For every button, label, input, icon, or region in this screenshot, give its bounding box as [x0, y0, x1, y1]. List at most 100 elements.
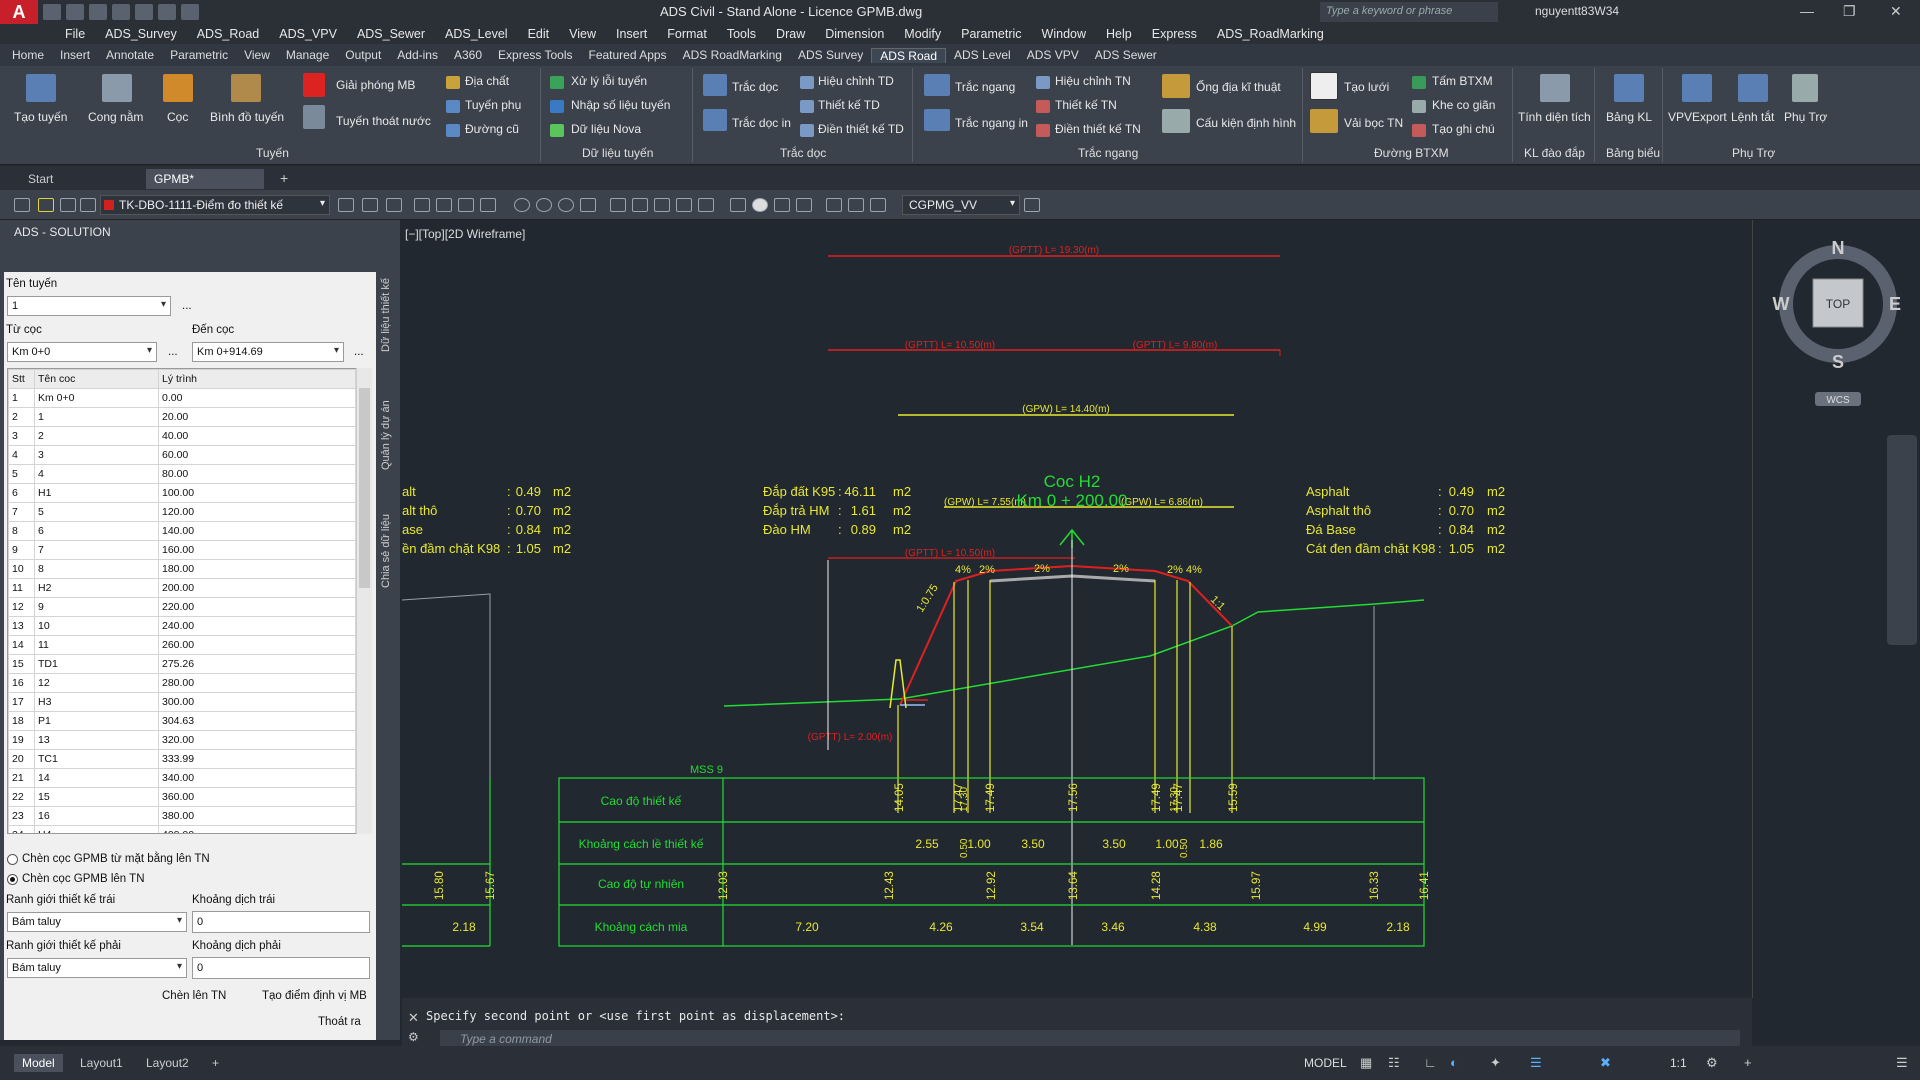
- cong-nam-button[interactable]: Cong nằm: [88, 110, 143, 124]
- cell-stt[interactable]: 2: [8, 407, 35, 427]
- ten-tuyen-select[interactable]: 1 ▾: [7, 296, 171, 316]
- trac-doc-in-button[interactable]: Trắc dọc in: [732, 116, 791, 130]
- dim-text-edit-icon[interactable]: [848, 198, 864, 212]
- dim-jogged-icon[interactable]: [536, 198, 552, 212]
- ribbon-tab[interactable]: Output: [337, 48, 389, 62]
- cell-stt[interactable]: 10: [8, 559, 35, 579]
- dim-ordinate-icon[interactable]: [480, 198, 496, 212]
- layer-lock-icon[interactable]: [80, 198, 96, 212]
- tao-diem-dinh-vi-button[interactable]: Tạo điểm định vị MB: [262, 990, 367, 1002]
- ribbon-tab[interactable]: View: [236, 48, 278, 62]
- cell-stt[interactable]: 23: [8, 806, 35, 826]
- minimize-icon[interactable]: —: [1800, 3, 1814, 19]
- menu-item[interactable]: ADS_RoadMarking: [1207, 27, 1334, 41]
- tinh-dien-tich-button[interactable]: Tính diện tích: [1518, 110, 1591, 124]
- new-tab-icon[interactable]: +: [280, 170, 288, 186]
- close-command-icon[interactable]: ✕: [408, 1010, 419, 1026]
- table-row[interactable]: 8 6 140.00: [8, 521, 356, 541]
- table-row[interactable]: 2 1 20.00: [8, 407, 356, 427]
- customize-icon[interactable]: ☰: [1896, 1055, 1908, 1071]
- cell-stt[interactable]: 3: [8, 426, 35, 446]
- undo-icon[interactable]: [158, 4, 176, 20]
- cell-stt[interactable]: 20: [8, 749, 35, 769]
- binh-do-tuyen-button[interactable]: Bình đồ tuyến: [210, 110, 284, 124]
- tab-quan-ly-du-an[interactable]: Quản lý dự án: [380, 390, 392, 470]
- ribbon-tab[interactable]: ADS Sewer: [1087, 48, 1165, 62]
- table-row[interactable]: 18 P1 304.63: [8, 711, 356, 731]
- hieu-chinh-td-button[interactable]: Hiệu chỉnh TD: [818, 74, 894, 88]
- column-header-ly-trinh[interactable]: Lý trình: [158, 369, 356, 389]
- save-icon[interactable]: [89, 4, 107, 20]
- menu-item[interactable]: Modify: [894, 27, 951, 41]
- cell-ly-trinh[interactable]: 200.00: [158, 578, 356, 598]
- ribbon-tab[interactable]: ADS Level: [946, 48, 1019, 62]
- cell-ly-trinh[interactable]: 180.00: [158, 559, 356, 579]
- table-row[interactable]: 15 TD1 275.26: [8, 654, 356, 674]
- cell-stt[interactable]: 9: [8, 540, 35, 560]
- cell-ly-trinh[interactable]: 360.00: [158, 787, 356, 807]
- table-row[interactable]: 22 15 360.00: [8, 787, 356, 807]
- table-row[interactable]: 10 8 180.00: [8, 559, 356, 579]
- cell-ly-trinh[interactable]: 260.00: [158, 635, 356, 655]
- menu-item[interactable]: Tools: [717, 27, 766, 41]
- cell-ten-coc[interactable]: 3: [34, 445, 159, 465]
- navigation-bar[interactable]: [1887, 435, 1917, 645]
- cell-stt[interactable]: 13: [8, 616, 35, 636]
- wrench-icon[interactable]: ⚙: [408, 1030, 419, 1044]
- lenh-tat-button[interactable]: Lệnh tắt: [1731, 110, 1774, 124]
- cell-ten-coc[interactable]: TD1: [34, 654, 159, 674]
- cell-stt[interactable]: 24: [8, 825, 35, 833]
- cell-stt[interactable]: 12: [8, 597, 35, 617]
- cell-stt[interactable]: 16: [8, 673, 35, 693]
- saveas-icon[interactable]: [112, 4, 130, 20]
- cell-ly-trinh[interactable]: 100.00: [158, 483, 356, 503]
- dim-continue-icon[interactable]: [654, 198, 670, 212]
- close-icon[interactable]: ✕: [1890, 3, 1902, 20]
- compass-e[interactable]: E: [1889, 294, 1901, 314]
- giai-phong-mb-button[interactable]: Giải phóng MB: [336, 78, 415, 92]
- menu-item[interactable]: ADS_Sewer: [347, 27, 435, 41]
- compass-w[interactable]: W: [1773, 294, 1790, 314]
- dien-thiet-ke-td-button[interactable]: Điền thiết kế TD: [818, 122, 904, 136]
- compass-n[interactable]: N: [1832, 238, 1845, 258]
- tab-gpmb[interactable]: GPMB*: [146, 169, 264, 189]
- cell-stt[interactable]: 5: [8, 464, 35, 484]
- nhap-so-lieu-tuyen-button[interactable]: Nhập số liệu tuyến: [571, 98, 670, 112]
- cell-ly-trinh[interactable]: 60.00: [158, 445, 356, 465]
- quick-dim-icon[interactable]: [610, 198, 626, 212]
- den-coc-pick-button[interactable]: ...: [354, 346, 364, 358]
- dien-thiet-ke-tn-button[interactable]: Điền thiết kế TN: [1055, 122, 1141, 136]
- cell-ly-trinh[interactable]: 300.00: [158, 692, 356, 712]
- ranh-trai-select[interactable]: Bám taluy ▾: [7, 912, 187, 932]
- cell-ten-coc[interactable]: 13: [34, 730, 159, 750]
- radio-chen-len-tn[interactable]: [7, 874, 18, 885]
- add-layout-icon[interactable]: +: [204, 1054, 227, 1072]
- menu-item[interactable]: Draw: [766, 27, 815, 41]
- trac-ngang-button[interactable]: Trắc ngang: [955, 80, 1015, 94]
- annotation-icon[interactable]: ✖: [1600, 1055, 1611, 1071]
- cell-stt[interactable]: 15: [8, 654, 35, 674]
- cell-ly-trinh[interactable]: 40.00: [158, 426, 356, 446]
- cell-ten-coc[interactable]: 4: [34, 464, 159, 484]
- cell-ly-trinh[interactable]: 280.00: [158, 673, 356, 693]
- table-row[interactable]: 3 2 40.00: [8, 426, 356, 446]
- compass-s[interactable]: S: [1832, 352, 1844, 372]
- ribbon-tab[interactable]: A360: [446, 48, 490, 62]
- cell-ten-coc[interactable]: 11: [34, 635, 159, 655]
- ribbon-tab[interactable]: Add-ins: [389, 48, 446, 62]
- table-row[interactable]: 4 3 60.00: [8, 445, 356, 465]
- ortho-icon[interactable]: ∟: [1424, 1055, 1437, 1070]
- tab-du-lieu-thiet-ke[interactable]: Dữ liệu thiết kế: [380, 272, 392, 352]
- cell-stt[interactable]: 21: [8, 768, 35, 788]
- tao-ghi-chu-button[interactable]: Tạo ghi chú: [1432, 122, 1495, 136]
- cell-ly-trinh[interactable]: 220.00: [158, 597, 356, 617]
- table-row[interactable]: 11 H2 200.00: [8, 578, 356, 598]
- model-space-toggle[interactable]: MODEL: [1304, 1056, 1347, 1070]
- cell-ly-trinh[interactable]: 275.26: [158, 654, 356, 674]
- menu-item[interactable]: Edit: [518, 27, 560, 41]
- xu-ly-loi-tuyen-button[interactable]: Xử lý lỗi tuyến: [571, 74, 647, 88]
- ribbon-tab[interactable]: Manage: [278, 48, 337, 62]
- cell-ly-trinh[interactable]: 160.00: [158, 540, 356, 560]
- radio-chen-tu-mb[interactable]: [7, 854, 18, 865]
- table-row[interactable]: 24H4400.00: [8, 825, 356, 833]
